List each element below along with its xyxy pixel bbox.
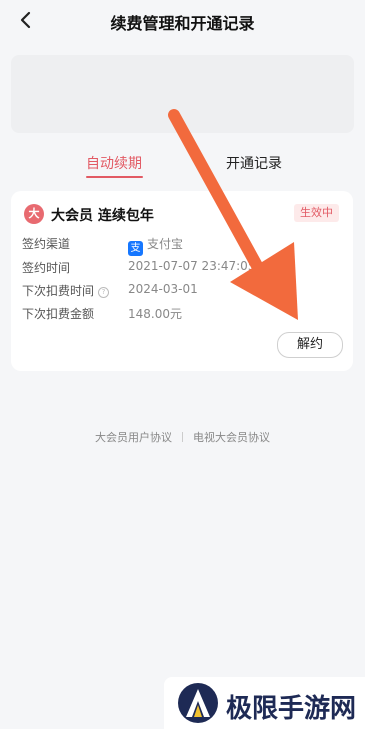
status-badge: 生效中 — [294, 204, 339, 222]
tv-vip-agreement-link[interactable]: 电视大会员协议 — [193, 431, 270, 444]
watermark-text: 极限手游网 — [226, 694, 357, 724]
row-sign-channel: 签约渠道 支支付宝 — [22, 235, 183, 256]
vip-icon: 大 — [24, 204, 44, 224]
row-value: 2024-03-01 — [128, 282, 198, 296]
row-next-charge-time: 下次扣费时间? 2024-03-01 — [22, 282, 198, 299]
alipay-icon: 支 — [128, 241, 143, 256]
subscription-card: 大 大会员 连续包年 生效中 签约渠道 支支付宝 签约时间 2021-07-07… — [11, 191, 353, 371]
top-bar: 续费管理和开通记录 — [0, 0, 365, 42]
footer-links: 大会员用户协议 电视大会员协议 — [0, 429, 365, 445]
row-sign-time: 签约时间 2021-07-07 23:47:05 — [22, 259, 255, 276]
help-icon[interactable]: ? — [98, 287, 110, 298]
row-value: 148.00元 — [128, 307, 182, 321]
cancel-subscription-button[interactable]: 解约 — [277, 332, 343, 358]
tab-activation-records[interactable]: 开通记录 — [226, 153, 282, 173]
banner-placeholder — [11, 55, 354, 133]
row-value: 支支付宝 — [128, 235, 183, 256]
row-label: 签约渠道 — [22, 237, 71, 251]
watermark: 极限手游网 — [164, 677, 365, 729]
vip-user-agreement-link[interactable]: 大会员用户协议 — [95, 431, 172, 444]
page-title: 续费管理和开通记录 — [110, 14, 255, 33]
row-label: 下次扣费时间 — [22, 284, 95, 298]
tab-auto-renewal[interactable]: 自动续期 — [86, 153, 142, 173]
row-next-charge-amount: 下次扣费金额 148.00元 — [22, 305, 182, 322]
row-label: 签约时间 — [22, 261, 71, 275]
row-value: 2021-07-07 23:47:05 — [128, 259, 256, 273]
divider — [182, 432, 183, 442]
watermark-logo-icon — [178, 683, 218, 723]
row-label: 下次扣费金额 — [22, 307, 95, 321]
channel-name: 支付宝 — [147, 237, 184, 251]
active-tab-indicator — [86, 176, 143, 178]
subscription-title: 大会员 连续包年 — [51, 208, 154, 224]
